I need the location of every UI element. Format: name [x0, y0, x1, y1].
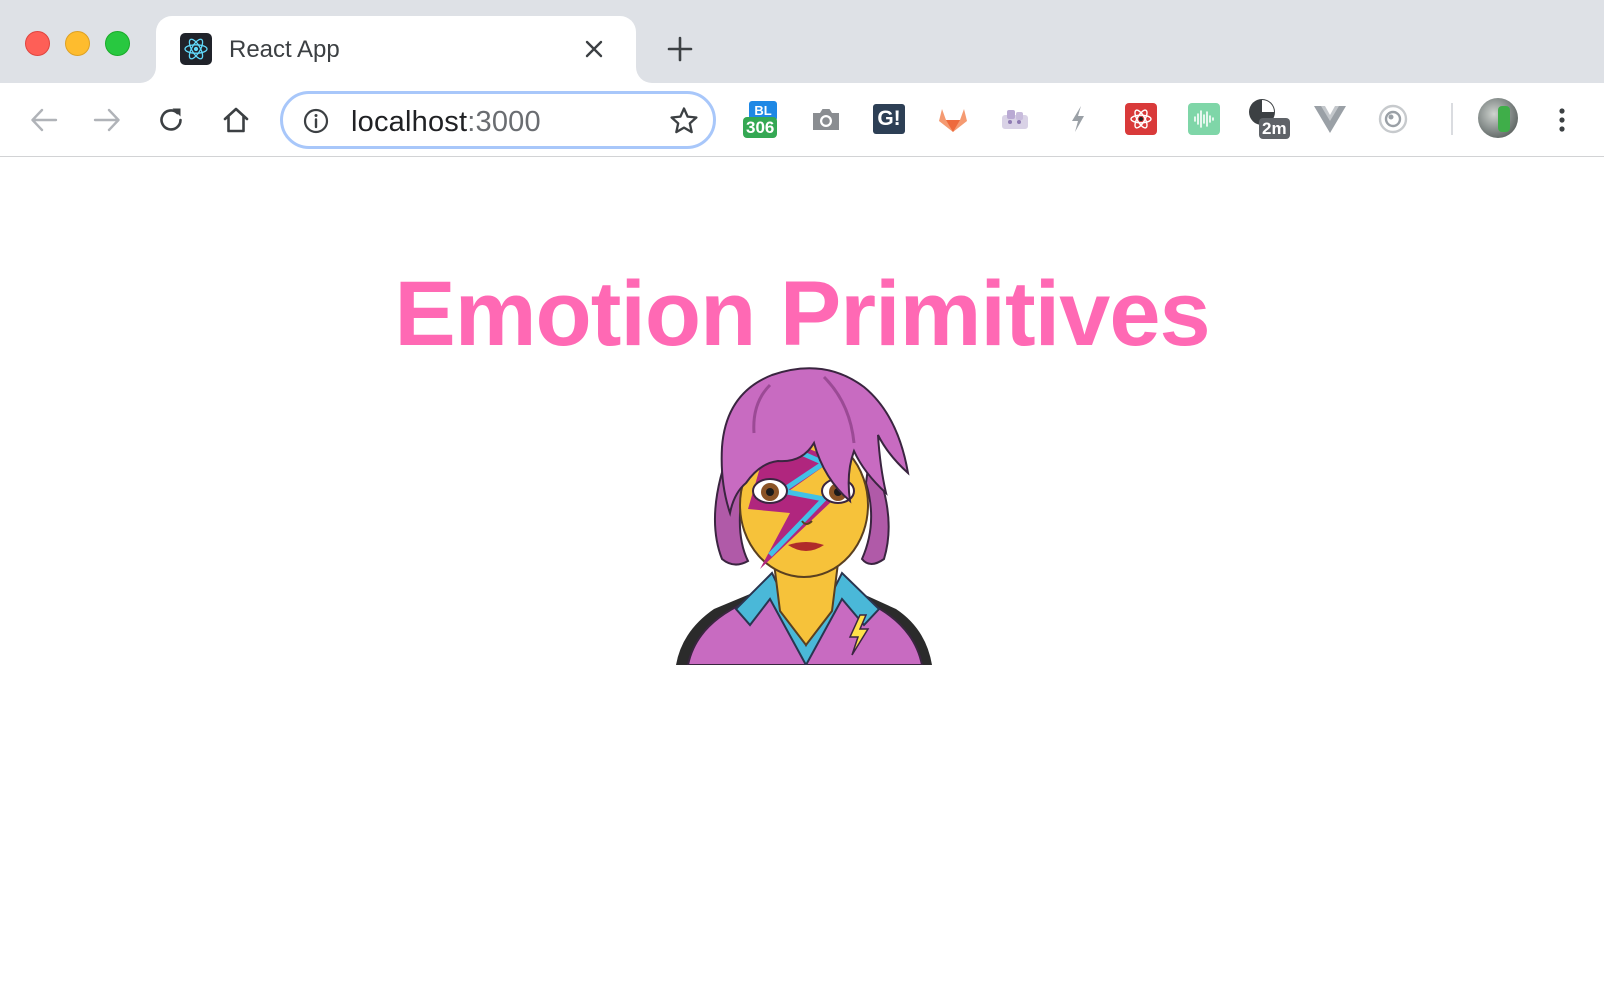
gitlab-icon[interactable]	[933, 99, 973, 139]
grammarly-style-icon[interactable]: G!	[869, 99, 909, 139]
react-logo-icon	[180, 33, 212, 65]
vue-devtools-icon[interactable]	[1310, 99, 1350, 139]
react-devtools-icon[interactable]	[1121, 99, 1161, 139]
maximize-window-button[interactable]	[105, 31, 130, 56]
site-info-icon[interactable]	[303, 108, 329, 134]
tab-close-icon[interactable]	[582, 37, 606, 61]
toolbar-separator	[1451, 103, 1453, 135]
browser-window: React App localhost:3000 BL 306 G! 2m Em…	[0, 0, 1604, 1008]
url-host: localhost	[351, 106, 468, 138]
timer-badge: 2m	[1259, 118, 1290, 139]
singer-emoji-illustration	[674, 363, 934, 668]
url-port: :3000	[467, 106, 541, 138]
url-text[interactable]: localhost:3000	[351, 106, 541, 139]
page-title: Emotion Primitives	[394, 263, 1210, 365]
react-devtools-badge	[1125, 103, 1157, 135]
lightning-icon[interactable]	[1058, 99, 1098, 139]
keys-icon[interactable]	[995, 99, 1035, 139]
bookmark-star-icon[interactable]	[669, 106, 699, 136]
reload-icon[interactable]	[153, 102, 189, 138]
camera-icon[interactable]	[806, 99, 846, 139]
back-arrow-icon[interactable]	[26, 102, 62, 138]
close-window-button[interactable]	[25, 31, 50, 56]
menu-dots-icon[interactable]	[1544, 102, 1580, 138]
timer-icon[interactable]: 2m	[1247, 99, 1290, 139]
page-content: Emotion Primitives	[0, 158, 1604, 1008]
g-label: G!	[873, 104, 905, 134]
browser-tab[interactable]: React App	[156, 16, 636, 83]
minimize-window-button[interactable]	[65, 31, 90, 56]
home-icon[interactable]	[218, 102, 254, 138]
new-tab-icon[interactable]	[665, 34, 695, 64]
address-bar[interactable]: localhost:3000	[280, 91, 716, 149]
extension-badge: 306	[743, 117, 778, 138]
target-icon[interactable]	[1373, 99, 1413, 139]
browser-toolbar: localhost:3000 BL 306 G! 2m	[0, 83, 1604, 157]
forward-arrow-icon[interactable]	[89, 102, 125, 138]
bl-extension-icon[interactable]: BL 306	[743, 99, 783, 139]
audio-wave-icon[interactable]	[1184, 99, 1224, 139]
tab-title: React App	[229, 36, 340, 63]
profile-avatar[interactable]	[1478, 98, 1518, 138]
tab-strip: React App	[0, 0, 1604, 83]
audio-wave-badge	[1188, 103, 1220, 135]
